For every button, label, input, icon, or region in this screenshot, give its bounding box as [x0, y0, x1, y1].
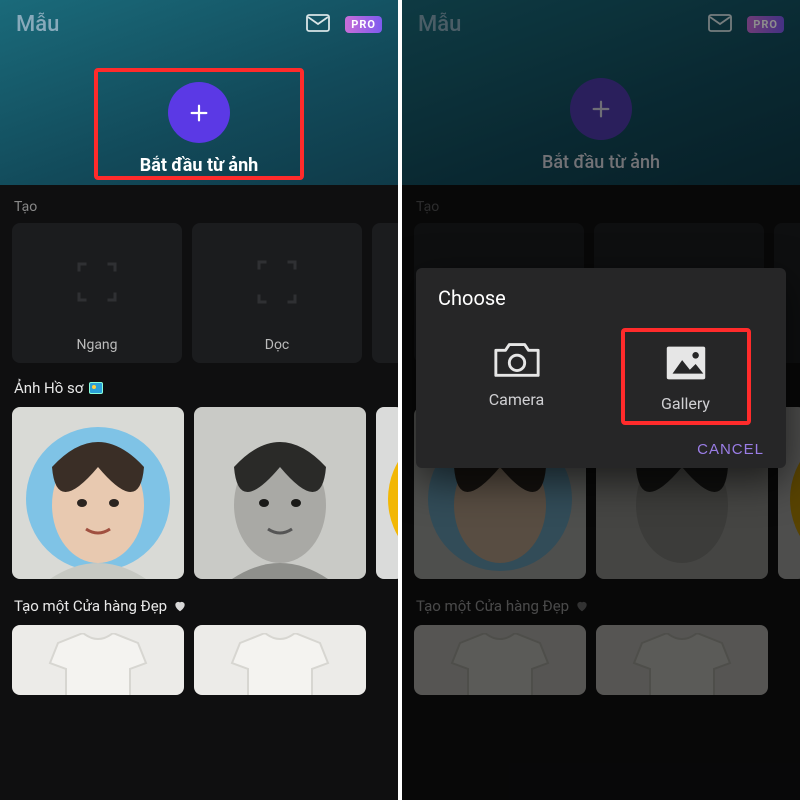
- heart-icon: [173, 599, 187, 613]
- shop-card-1[interactable]: [12, 625, 184, 695]
- mail-icon[interactable]: [305, 14, 331, 36]
- shop-card-2[interactable]: [194, 625, 366, 695]
- cancel-button[interactable]: CANCEL: [697, 441, 764, 458]
- app-title: Mẫu: [16, 12, 59, 37]
- create-caption-horizontal: Ngang: [76, 337, 117, 353]
- start-from-photo-label: Bắt đầu từ ảnh: [140, 155, 259, 176]
- gallery-icon: [661, 342, 711, 384]
- shop-section-label: Tạo một Cửa hàng Đẹp: [0, 579, 398, 625]
- create-row: Ngang Dọc: [0, 223, 398, 363]
- shop-section-text: Tạo một Cửa hàng Đẹp: [14, 597, 167, 615]
- profile-section-text: Ảnh Hồ sơ: [14, 379, 83, 397]
- screenshot-left: Mẫu PRO Bắt đầu từ ảnh Tạo Ngang Dọc: [0, 0, 398, 800]
- create-section-label: Tạo: [0, 185, 398, 223]
- plus-icon: [168, 82, 230, 143]
- shop-row: [0, 625, 398, 695]
- profile-thumb-row: [0, 407, 398, 579]
- create-caption-vertical: Dọc: [265, 337, 290, 353]
- camera-icon: [492, 338, 542, 380]
- profile-thumb-3[interactable]: [376, 407, 398, 579]
- picture-icon: [89, 382, 103, 394]
- profile-thumb-2[interactable]: [194, 407, 366, 579]
- create-card-more[interactable]: [372, 223, 398, 363]
- create-card-vertical[interactable]: Dọc: [192, 223, 362, 363]
- choose-dialog: Choose Camera Gallery CANCEL: [416, 268, 786, 468]
- option-camera-label: Camera: [489, 390, 544, 409]
- option-gallery-label: Gallery: [661, 394, 710, 413]
- create-card-horizontal[interactable]: Ngang: [12, 223, 182, 363]
- profile-section-label: Ảnh Hồ sơ: [0, 363, 398, 407]
- screenshot-right: Mẫu PRO Bắt đầu từ ảnh Tạo Ảnh Hồ sơ: [402, 0, 800, 800]
- option-gallery[interactable]: Gallery: [621, 328, 751, 425]
- start-from-photo-tile[interactable]: Bắt đầu từ ảnh: [94, 68, 304, 180]
- pro-badge[interactable]: PRO: [345, 16, 382, 33]
- top-bar: Mẫu PRO Bắt đầu từ ảnh: [0, 0, 398, 185]
- profile-thumb-1[interactable]: [12, 407, 184, 579]
- option-camera[interactable]: Camera: [452, 328, 582, 425]
- dialog-title: Choose: [438, 286, 770, 310]
